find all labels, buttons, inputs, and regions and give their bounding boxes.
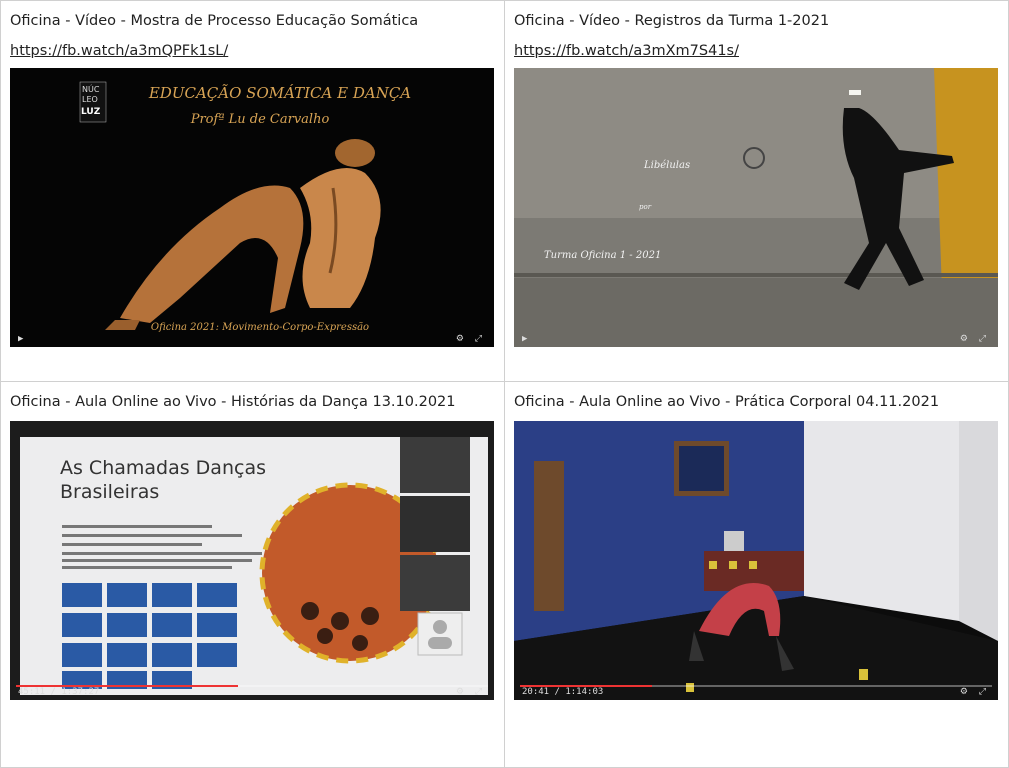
slide-title-line-1: As Chamadas Danças xyxy=(60,457,266,479)
thumbnail-art: Libélulas por Turma Oficina 1 - 2021 xyxy=(514,68,998,347)
video-controls: 20:41 / 1:14:03 ⚙ ⤢ xyxy=(514,682,998,700)
video-cell-4: Oficina - Aula Online ao Vivo - Prática … xyxy=(504,381,1009,768)
thumbnail-art: NÚC LEO LUZ EDUCAÇÃO SOMÁTICA E DANÇA Pr… xyxy=(10,68,494,347)
thumbnail-art: As Chamadas Danças Brasileiras xyxy=(10,421,494,700)
settings-icon[interactable]: ⚙ ⤢ xyxy=(456,687,486,697)
fullscreen-icon[interactable]: ⚙ ⤢ xyxy=(960,334,990,344)
participant-tile xyxy=(400,496,470,552)
video-controls: ▶ ⚙ ⤢ xyxy=(514,329,998,347)
video-title: Oficina - Vídeo - Registros da Turma 1-2… xyxy=(514,13,830,29)
video-grid: Oficina - Vídeo - Mostra de Processo Edu… xyxy=(0,0,1009,768)
thumbnail-line-2: por xyxy=(639,203,652,211)
video-link[interactable]: https://fb.watch/a3mQPFk1sL/ xyxy=(10,43,228,59)
thumbnail-line-1: Libélulas xyxy=(643,160,690,171)
thumbnail-art xyxy=(514,421,998,700)
video-title: Oficina - Vídeo - Mostra de Processo Edu… xyxy=(10,13,419,29)
logo-line-3: LUZ xyxy=(81,107,101,117)
participant-tile xyxy=(400,555,470,611)
video-thumbnail[interactable]: NÚC LEO LUZ EDUCAÇÃO SOMÁTICA E DANÇA Pr… xyxy=(10,68,494,347)
video-title: Oficina - Aula Online ao Vivo - Prática … xyxy=(514,394,940,410)
video-cell-1: Oficina - Vídeo - Mostra de Processo Edu… xyxy=(0,0,505,382)
video-thumbnail[interactable]: As Chamadas Danças Brasileiras 45:11 / 1… xyxy=(10,421,494,700)
logo-line-1: NÚC xyxy=(82,83,100,94)
slide-title-line-2: Brasileiras xyxy=(60,481,159,503)
settings-icon[interactable]: ⚙ ⤢ xyxy=(960,687,990,697)
play-icon[interactable]: ▶ xyxy=(522,334,527,344)
video-controls: ▶ ⚙ ⤢ xyxy=(10,329,494,347)
video-link[interactable]: https://fb.watch/a3mXm7S41s/ xyxy=(514,43,739,59)
logo-line-2: LEO xyxy=(82,95,98,104)
nucleo-luz-logo: NÚC LEO LUZ xyxy=(79,81,107,123)
participant-tile xyxy=(400,437,470,493)
thumbnail-heading: EDUCAÇÃO SOMÁTICA E DANÇA xyxy=(148,84,411,102)
video-cell-2: Oficina - Vídeo - Registros da Turma 1-2… xyxy=(504,0,1009,382)
thumbnail-subheading: Profª Lu de Carvalho xyxy=(190,112,330,127)
video-cell-3: Oficina - Aula Online ao Vivo - História… xyxy=(0,381,505,768)
time-display: 45:11 / 1:37:27 xyxy=(18,687,100,697)
play-icon[interactable]: ▶ xyxy=(18,334,23,344)
video-title: Oficina - Aula Online ao Vivo - História… xyxy=(10,394,456,410)
video-thumbnail[interactable]: 20:41 / 1:14:03 ⚙ ⤢ xyxy=(514,421,998,700)
thumbnail-line-3: Turma Oficina 1 - 2021 xyxy=(544,250,661,261)
time-display: 20:41 / 1:14:03 xyxy=(522,687,604,697)
door xyxy=(534,461,564,611)
fullscreen-icon[interactable]: ⚙ ⤢ xyxy=(456,334,486,344)
video-controls: 45:11 / 1:37:27 ⚙ ⤢ xyxy=(10,682,494,700)
video-thumbnail[interactable]: Libélulas por Turma Oficina 1 - 2021 ▶ ⚙… xyxy=(514,68,998,347)
